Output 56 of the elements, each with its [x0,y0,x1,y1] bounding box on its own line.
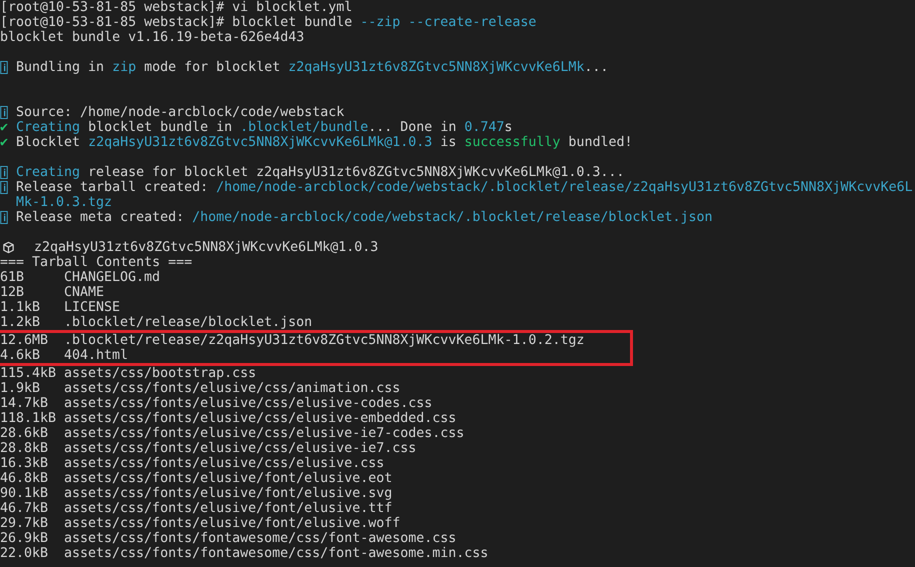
info-icon [0,181,8,194]
file-path: assets/css/fonts/elusive/css/elusive-ie7.css [64,441,416,456]
file-path: .blocklet/release/blocklet.json [64,315,312,330]
terminal-line: blocklet bundle v1.16.19-beta-626e4d43 [0,30,304,45]
info-icon [0,106,8,119]
terminal-line: ✔ Creating blocklet bundle in .blocklet/bundle... Done in 0.747s [0,120,512,135]
terminal-line: Release tarball created: /home/node-arcblock/code/webstack/.blocklet/release/z2qaHsyU31zt6v8ZGtvc5NN8XjWKcvvKe6LMk-1.0.3.tgz [16,180,914,210]
info-icon [0,211,8,224]
file-path: assets/css/fonts/elusive/font/elusive.ttf [64,501,392,516]
file-size: 1.2kB [0,315,42,330]
file-path: assets/css/fonts/fontawesome/css/font-awesome.min.css [64,546,488,561]
terminal-line: [root@10-53-81-85 webstack]# vi blocklet.yml [0,0,352,15]
info-icon [0,166,8,179]
file-size: 26.9kB [0,531,50,546]
file-size: 4.6kB [0,348,42,363]
terminal-line: Release meta created: /home/node-arcblock/code/webstack/.blocklet/release/blocklet.json [16,210,712,225]
file-path: assets/css/fonts/fontawesome/css/font-awesome.css [64,531,456,546]
file-size: 46.7kB [0,501,50,516]
file-path: assets/css/fonts/elusive/font/elusive.svg [64,486,392,501]
file-path: .blocklet/release/z2qaHsyU31zt6v8ZGtvc5NN8XjWKcvvKe6LMk-1.0.2.tgz [64,333,584,348]
terminal-line: z2qaHsyU31zt6v8ZGtvc5NN8XjWKcvvKe6LMk@1.0.3 [34,240,378,255]
file-size: 12.6MB [0,333,50,348]
file-path: assets/css/fonts/elusive/font/elusive.eot [64,471,392,486]
file-path: assets/css/fonts/elusive/font/elusive.woff [64,516,400,531]
file-path: assets/css/fonts/elusive/css/elusive.css [64,456,384,471]
file-size: 28.6kB [0,426,50,441]
file-size: 14.7kB [0,396,50,411]
file-size: 1.1kB [0,300,42,315]
file-path: assets/css/fonts/elusive/css/elusive-ie7-codes.css [64,426,464,441]
terminal-line: Creating release for blocklet z2qaHsyU31zt6v8ZGtvc5NN8XjWKcvvKe6LMk@1.0.3... [16,165,624,180]
file-size: 90.1kB [0,486,50,501]
file-path: CHANGELOG.md [64,270,160,285]
file-size: 61B [0,270,26,285]
file-size: 16.3kB [0,456,50,471]
file-path: assets/css/fonts/elusive/css/animation.css [64,381,400,396]
file-size: 115.4kB [0,366,58,381]
file-size: 28.8kB [0,441,50,456]
file-size: 118.1kB [0,411,58,426]
file-size: 1.9kB [0,381,42,396]
terminal-line: === Tarball Contents === [0,255,192,270]
file-path: LICENSE [64,300,120,315]
package-icon [2,241,15,254]
terminal-line: ✔ Blocklet z2qaHsyU31zt6v8ZGtvc5NN8XjWKcvvKe6LMk@1.0.3 is successfully bundled! [0,135,632,150]
file-path: assets/css/bootstrap.css [64,366,256,381]
file-path: assets/css/fonts/elusive/css/elusive-codes.css [64,396,432,411]
info-icon [0,61,8,74]
terminal-line: Source: /home/node-arcblock/code/webstack [16,105,344,120]
terminal-line: [root@10-53-81-85 webstack]# blocklet bundle --zip --create-release [0,15,536,30]
file-path: assets/css/fonts/elusive/css/elusive-embedded.css [64,411,456,426]
terminal-line: Bundling in zip mode for blocklet z2qaHsyU31zt6v8ZGtvc5NN8XjWKcvvKe6LMk... [16,60,608,75]
file-path: 404.html [64,348,128,363]
file-size: 29.7kB [0,516,50,531]
file-path: CNAME [64,285,104,300]
file-size: 12B [0,285,26,300]
file-size: 22.0kB [0,546,50,561]
file-size: 46.8kB [0,471,50,486]
